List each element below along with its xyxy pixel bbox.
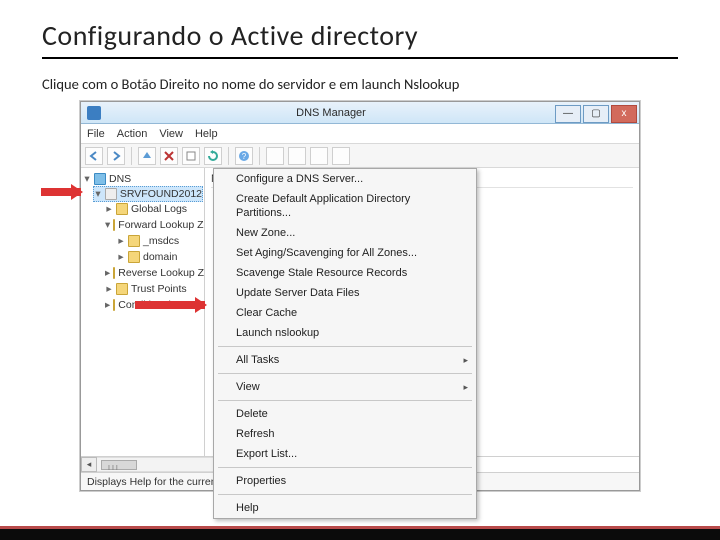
ctx-scavenge-stale-resource-records[interactable]: Scavenge Stale Resource Records	[214, 263, 476, 283]
ctx-new-zone[interactable]: New Zone...	[214, 223, 476, 243]
tool-icon[interactable]	[288, 147, 306, 165]
window-title: DNS Manager	[107, 107, 555, 119]
tree-root[interactable]: ▾ DNS	[83, 171, 202, 187]
close-button[interactable]: x	[611, 105, 637, 123]
properties-button[interactable]	[182, 147, 200, 165]
svg-text:?: ?	[242, 152, 247, 161]
folder-icon	[116, 203, 128, 215]
folder-icon	[128, 235, 140, 247]
tree-item[interactable]: ▾Forward Lookup Zones	[105, 217, 202, 233]
tree-server-label: SRVFOUND2012	[120, 188, 202, 200]
folder-icon	[113, 267, 115, 279]
folder-icon	[116, 283, 128, 295]
ctx-view[interactable]: View	[214, 377, 476, 397]
ctx-refresh[interactable]: Refresh	[214, 424, 476, 444]
toolbar-separator	[228, 147, 229, 165]
ctx-create-default-application-directory-partitions[interactable]: Create Default Application Directory Par…	[214, 189, 476, 223]
scroll-left-button[interactable]: ◂	[81, 457, 97, 472]
tool-icon[interactable]	[266, 147, 284, 165]
folder-icon	[128, 251, 140, 263]
menubar: File Action View Help	[81, 124, 639, 144]
dns-app-icon	[87, 106, 101, 120]
ctx-clear-cache[interactable]: Clear Cache	[214, 303, 476, 323]
tree-root-label: DNS	[109, 173, 131, 185]
tree-item[interactable]: ▸domain	[117, 249, 202, 265]
context-menu: Configure a DNS Server...Create Default …	[213, 168, 477, 519]
ctx-help[interactable]: Help	[214, 498, 476, 518]
window-titlebar[interactable]: DNS Manager — ▢ x	[81, 102, 639, 124]
slide-title: Configurando o Active directory	[42, 18, 678, 59]
toolbar-separator	[259, 147, 260, 165]
delete-button[interactable]	[160, 147, 178, 165]
ctx-update-server-data-files[interactable]: Update Server Data Files	[214, 283, 476, 303]
menu-action[interactable]: Action	[117, 128, 148, 140]
tree-item[interactable]: ▸Trust Points	[105, 281, 202, 297]
scroll-thumb[interactable]: III	[101, 460, 137, 470]
menu-view[interactable]: View	[159, 128, 183, 140]
forward-button[interactable]	[107, 147, 125, 165]
help-button[interactable]: ?	[235, 147, 253, 165]
tree-item[interactable]: ▸Reverse Lookup Zones	[105, 265, 202, 281]
folder-icon	[113, 219, 115, 231]
annotation-arrow	[135, 301, 205, 309]
context-menu-separator	[218, 467, 472, 468]
toolbar: ?	[81, 144, 639, 168]
dns-manager-window: DNS Manager — ▢ x File Action View Help …	[80, 101, 640, 491]
back-button[interactable]	[85, 147, 103, 165]
expand-icon[interactable]: ▾	[94, 188, 102, 200]
up-button[interactable]	[138, 147, 156, 165]
tool-icon[interactable]	[332, 147, 350, 165]
ctx-export-list[interactable]: Export List...	[214, 444, 476, 464]
tree-server[interactable]: ▾ SRVFOUND2012	[93, 186, 203, 202]
ctx-launch-nslookup[interactable]: Launch nslookup	[214, 323, 476, 343]
minimize-button[interactable]: —	[555, 105, 581, 123]
menu-file[interactable]: File	[87, 128, 105, 140]
ctx-set-aging-scavenging-for-all-zones[interactable]: Set Aging/Scavenging for All Zones...	[214, 243, 476, 263]
ctx-configure-a-dns-server[interactable]: Configure a DNS Server...	[214, 169, 476, 189]
ctx-all-tasks[interactable]: All Tasks	[214, 350, 476, 370]
folder-icon	[113, 299, 115, 311]
ctx-delete[interactable]: Delete	[214, 404, 476, 424]
context-menu-separator	[218, 494, 472, 495]
dns-icon	[94, 173, 106, 185]
maximize-button[interactable]: ▢	[583, 105, 609, 123]
refresh-button[interactable]	[204, 147, 222, 165]
menu-help[interactable]: Help	[195, 128, 218, 140]
context-menu-separator	[218, 346, 472, 347]
tree-item[interactable]: ▸_msdcs	[117, 233, 202, 249]
slide-subtitle: Clique com o Botão Direito no nome do se…	[42, 75, 678, 93]
slide-footer-accent	[0, 526, 720, 540]
context-menu-separator	[218, 400, 472, 401]
annotation-arrow	[41, 188, 81, 196]
context-menu-separator	[218, 373, 472, 374]
tool-icon[interactable]	[310, 147, 328, 165]
toolbar-separator	[131, 147, 132, 165]
server-icon	[105, 188, 117, 200]
tree-item[interactable]: ▸Global Logs	[105, 201, 202, 217]
ctx-properties[interactable]: Properties	[214, 471, 476, 491]
tree-pane[interactable]: ▾ DNS ▾ SRVFOUND2012 ▸Global Logs ▾Forwa…	[81, 168, 205, 456]
